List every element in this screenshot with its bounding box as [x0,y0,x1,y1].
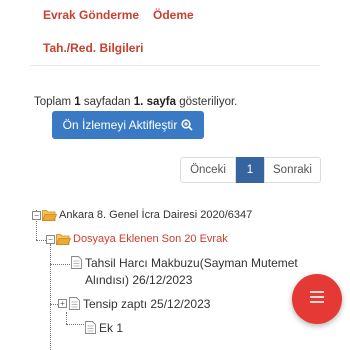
tree-root-label: Ankara 8. Genel İcra Dairesi 2020/6347 [59,209,253,221]
page-summary: Toplam 1 sayfadan 1. sayfa gösteriliyor. [34,96,237,108]
tree-connector [36,240,46,241]
next-page-button[interactable]: Sonraki [264,157,321,183]
tab-tah-red-bilgileri[interactable]: Tah./Red. Bilgileri [43,41,143,55]
activate-preview-button[interactable]: Ön İzlemeyi Aktifleştir [52,111,204,139]
tree-connector [66,312,67,324]
document-tree: − Ankara 8. Genel İcra Dairesi 2020/6347… [0,200,350,350]
tree-node-root[interactable]: − Ankara 8. Genel İcra Dairesi 2020/6347 [32,208,252,224]
summary-suffix: gösteriliyor. [179,96,238,108]
document-icon [71,256,82,272]
current-page-button[interactable]: 1 [236,157,264,183]
menu-icon [309,290,325,309]
document-label: Tensip zaptı 25/12/2023 [83,297,211,311]
collapse-toggle[interactable]: − [46,235,55,244]
document-icon [85,321,96,337]
tab-odeme[interactable]: Ödeme [153,8,194,22]
tree-node-folder[interactable]: − Dosyaya Eklenen Son 20 Evrak [46,232,228,248]
summary-prefix: Toplam [34,96,72,108]
folder-open-icon [55,233,72,248]
document-label-line1: Tahsil Harcı Makbuzu(Sayman Mutemet [85,256,298,270]
collapse-toggle[interactable]: − [32,211,41,220]
pagination: Önceki 1 Sonraki [180,157,321,183]
document-icon [69,297,80,313]
tree-connector [66,324,84,325]
preview-button-label: Ön İzlemeyi Aktifleştir [62,118,178,132]
floating-menu-button[interactable] [292,274,342,324]
summary-total: 1 [74,96,81,108]
tab-evrak-gonderme[interactable]: Evrak Gönderme [43,8,139,22]
tree-connector [50,244,51,350]
tree-node-document[interactable]: + Tensip zaptı 25/12/2023 [58,296,210,313]
summary-middle: sayfadan [83,96,131,108]
zoom-in-icon [181,119,193,131]
tab-bar: Evrak Gönderme Ödeme Tah./Red. Bilgileri [30,0,320,66]
tree-node-document[interactable]: Tahsil Harcı Makbuzu(Sayman Mutemet Alın… [71,255,298,289]
previous-page-button[interactable]: Önceki [180,157,236,183]
expand-toggle[interactable]: + [58,299,67,308]
attachment-label: Ek 1 [99,321,124,335]
folder-open-icon [41,209,58,224]
document-label-line2: Alındısı) 26/12/2023 [85,273,193,287]
summary-page: 1. sayfa [133,96,176,108]
tree-connector [50,264,70,265]
tree-node-attachment[interactable]: Ek 1 [85,320,123,337]
document-label: Tahsil Harcı Makbuzu(Sayman Mutemet Alın… [85,255,298,289]
tree-folder-label: Dosyaya Eklenen Son 20 Evrak [73,233,228,245]
